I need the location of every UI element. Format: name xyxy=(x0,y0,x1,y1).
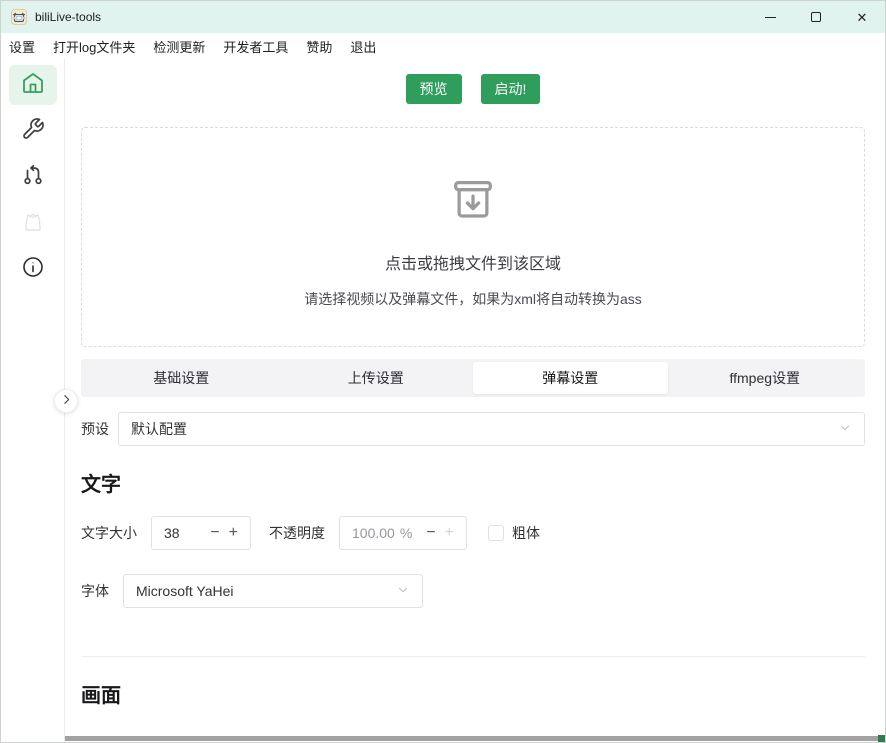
start-button[interactable]: 启动! xyxy=(481,74,541,104)
window-controls: ✕ xyxy=(747,1,885,33)
tab-upload-settings[interactable]: 上传设置 xyxy=(279,362,474,394)
maximize-icon xyxy=(811,12,821,22)
settings-tabs: 基础设置 上传设置 弹幕设置 ffmpeg设置 xyxy=(81,359,865,397)
close-button[interactable]: ✕ xyxy=(839,1,885,33)
chevron-down-icon xyxy=(396,583,410,600)
app-body: 预览 启动! 点击或拖拽文件到该区域 请选择视频以及弹幕文件，如果为xml将自动… xyxy=(1,59,885,742)
menu-item-devtools[interactable]: 开发者工具 xyxy=(223,37,288,56)
bold-checkbox-wrap[interactable]: 粗体 xyxy=(488,523,540,543)
font-select[interactable]: Microsoft YaHei xyxy=(123,574,423,608)
section-title-text: 文字 xyxy=(81,468,865,497)
inbox-archive-icon xyxy=(447,174,499,226)
sidebar-item-tools[interactable] xyxy=(9,111,57,151)
preset-row: 预设 默认配置 xyxy=(81,412,865,446)
opacity-input[interactable]: 100.00 % − + xyxy=(339,516,467,550)
font-row: 字体 Microsoft YaHei xyxy=(81,574,865,608)
bold-checkbox[interactable] xyxy=(488,525,504,541)
opacity-increment-button[interactable]: + xyxy=(445,525,454,541)
preset-select[interactable]: 默认配置 xyxy=(118,412,865,446)
preset-label: 预设 xyxy=(81,419,109,439)
close-icon: ✕ xyxy=(857,11,868,24)
section-title-canvas: 画面 xyxy=(81,679,865,708)
chevron-down-icon xyxy=(838,421,852,438)
opacity-decrement-button[interactable]: − xyxy=(426,525,435,541)
chevron-right-icon xyxy=(60,393,73,409)
font-size-input[interactable]: 38 − + xyxy=(151,516,251,550)
horizontal-scrollbar[interactable] xyxy=(65,736,879,741)
dropzone-subtitle: 请选择视频以及弹幕文件，如果为xml将自动转换为ass xyxy=(304,289,642,309)
menu-item-sponsor[interactable]: 赞助 xyxy=(306,37,332,56)
font-size-label: 文字大小 xyxy=(81,523,137,543)
section-divider xyxy=(81,656,865,657)
resize-grip[interactable] xyxy=(878,735,885,742)
menu-item-exit[interactable]: 退出 xyxy=(350,37,376,56)
maximize-button[interactable] xyxy=(793,1,839,33)
clip-icon xyxy=(21,209,45,238)
sidebar-item-clip[interactable] xyxy=(9,203,57,243)
dropzone-title: 点击或拖拽文件到该区域 xyxy=(385,250,561,274)
font-size-increment-button[interactable]: + xyxy=(229,525,238,541)
app-icon xyxy=(11,9,27,25)
window-title: biliLive-tools xyxy=(35,10,101,24)
font-size-decrement-button[interactable]: − xyxy=(210,525,219,541)
preview-button[interactable]: 预览 xyxy=(406,74,462,104)
sidebar-expand-button[interactable] xyxy=(54,389,78,413)
file-dropzone[interactable]: 点击或拖拽文件到该区域 请选择视频以及弹幕文件，如果为xml将自动转换为ass xyxy=(81,127,865,347)
home-icon xyxy=(21,71,45,100)
tab-basic-settings[interactable]: 基础设置 xyxy=(84,362,279,394)
app-window: biliLive-tools ✕ 设置 打开log文件夹 检测更新 开发者工具 … xyxy=(0,0,886,743)
info-icon xyxy=(21,255,45,284)
opacity-label: 不透明度 xyxy=(269,523,325,543)
wrench-icon xyxy=(21,117,45,146)
menubar: 设置 打开log文件夹 检测更新 开发者工具 赞助 退出 xyxy=(1,33,885,59)
sidebar-item-sync[interactable] xyxy=(9,157,57,197)
tab-ffmpeg-settings[interactable]: ffmpeg设置 xyxy=(668,362,863,394)
titlebar: biliLive-tools ✕ xyxy=(1,1,885,33)
pull-request-icon xyxy=(21,163,45,192)
minimize-icon xyxy=(765,17,776,18)
text-controls-row: 文字大小 38 − + 不透明度 100.00 % − + 粗体 xyxy=(81,516,865,550)
menu-item-open-log-folder[interactable]: 打开log文件夹 xyxy=(53,37,135,56)
tab-danmaku-settings[interactable]: 弹幕设置 xyxy=(473,362,668,394)
main-content: 预览 启动! 点击或拖拽文件到该区域 请选择视频以及弹幕文件，如果为xml将自动… xyxy=(65,59,885,742)
minimize-button[interactable] xyxy=(747,1,793,33)
toolbar: 预览 启动! xyxy=(81,74,865,104)
menu-item-settings[interactable]: 设置 xyxy=(9,37,35,56)
sidebar-item-about[interactable] xyxy=(9,249,57,289)
menu-item-check-update[interactable]: 检测更新 xyxy=(153,37,205,56)
font-label: 字体 xyxy=(81,581,109,601)
bold-label: 粗体 xyxy=(512,523,540,543)
sidebar-item-home[interactable] xyxy=(9,65,57,105)
